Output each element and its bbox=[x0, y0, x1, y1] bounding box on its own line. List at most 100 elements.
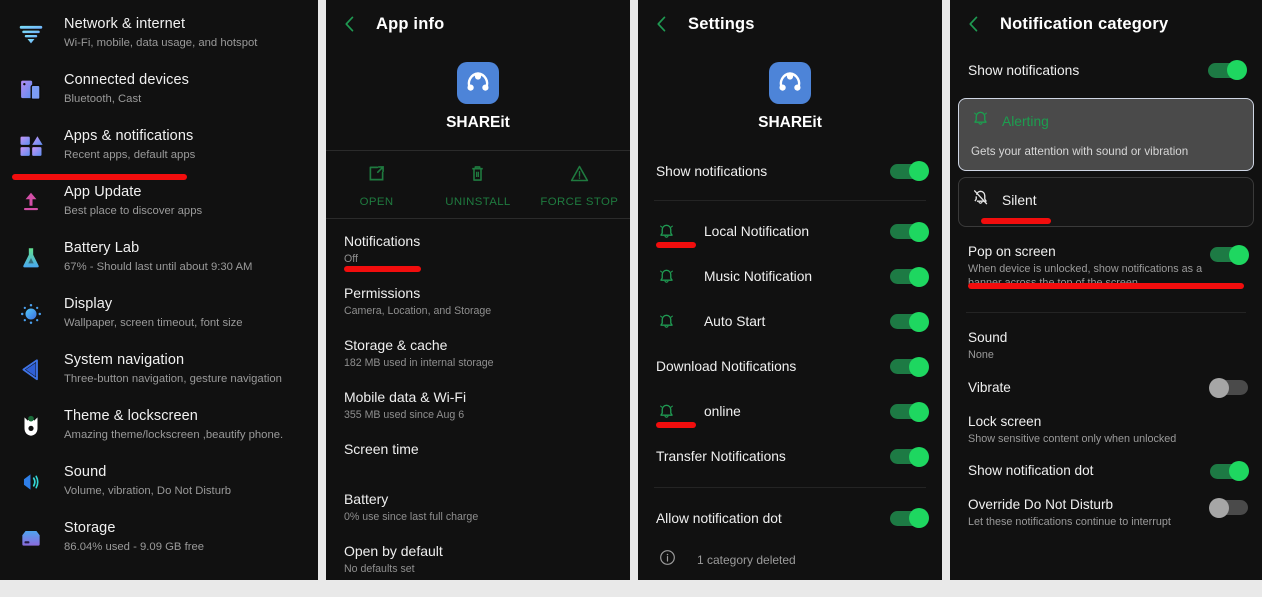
toggle-knob bbox=[909, 161, 930, 181]
back-chevron-icon[interactable] bbox=[650, 12, 674, 36]
show-notifications-toggle[interactable] bbox=[1208, 60, 1247, 80]
settings-item-display[interactable]: Display Wallpaper, screen timeout, font … bbox=[0, 284, 318, 340]
uninstall-button[interactable]: UNINSTALL bbox=[427, 163, 528, 208]
channel-toggle[interactable] bbox=[890, 266, 930, 287]
settings-item-network[interactable]: Network & internet Wi-Fi, mobile, data u… bbox=[0, 4, 318, 60]
channel-row-auto-start[interactable]: Auto Start bbox=[638, 299, 942, 344]
channel-toggle[interactable] bbox=[890, 356, 930, 377]
divider bbox=[653, 200, 927, 201]
settings-item-subtitle: Best place to discover apps bbox=[64, 205, 203, 217]
channel-row-online[interactable]: online bbox=[638, 389, 942, 434]
pref-sound[interactable]: Sound None bbox=[950, 321, 1262, 371]
alerting-label: Alerting bbox=[1002, 113, 1049, 129]
settings-item-title: System navigation bbox=[64, 352, 185, 368]
pref-title: Lock screen bbox=[968, 413, 1042, 429]
settings-item-title: Storage bbox=[64, 520, 116, 536]
override-dnd-toggle[interactable] bbox=[1209, 497, 1248, 518]
pref-title: Show notification dot bbox=[968, 463, 1094, 478]
settings-item-subtitle: Three-button navigation, gesture navigat… bbox=[64, 373, 282, 385]
category-deleted-note: 1 category deleted bbox=[638, 540, 942, 572]
settings-item-theme-lockscreen[interactable]: Theme & lockscreen Amazing theme/lockscr… bbox=[0, 396, 318, 452]
settings-item-title: Sound bbox=[64, 464, 107, 480]
pref-pop-on-screen[interactable]: Pop on screen When device is unlocked, s… bbox=[950, 235, 1262, 298]
bell-ring-icon bbox=[656, 267, 678, 286]
page-title: App info bbox=[375, 14, 445, 33]
brightness-icon bbox=[14, 297, 48, 331]
settings-item-system-navigation[interactable]: System navigation Three-button navigatio… bbox=[0, 340, 318, 396]
toggle-knob bbox=[909, 446, 930, 467]
app-action-bar: OPEN UNINSTALL FORCE STOP bbox=[326, 151, 630, 218]
show-notifications-row[interactable]: Show notifications bbox=[950, 48, 1262, 92]
pop-on-screen-toggle[interactable] bbox=[1210, 244, 1249, 265]
settings-item-sound[interactable]: Sound Volume, vibration, Do Not Disturb bbox=[0, 452, 318, 508]
app-info-panel: App info SHAREit OPEN UNINSTALL FORCE ST… bbox=[325, 0, 630, 580]
uninstall-label: UNINSTALL bbox=[445, 196, 511, 208]
toggle-knob bbox=[1227, 60, 1247, 80]
divider bbox=[966, 312, 1246, 313]
settings-item-subtitle: Volume, vibration, Do Not Disturb bbox=[64, 485, 232, 497]
app-info-item-screen-time[interactable]: Screen time bbox=[326, 431, 630, 481]
channel-label: online bbox=[703, 404, 741, 419]
channel-toggle[interactable] bbox=[890, 221, 930, 242]
show-notifications-toggle[interactable] bbox=[890, 161, 930, 181]
show-notification-dot-toggle[interactable] bbox=[1210, 461, 1249, 481]
app-info-item-open-by-default[interactable]: Open by default No defaults set bbox=[326, 533, 630, 580]
pref-title: Override Do Not Disturb bbox=[968, 497, 1114, 512]
channel-row-transfer-notifications[interactable]: Transfer Notifications bbox=[638, 434, 942, 479]
allow-notification-dot-row[interactable]: Allow notification dot bbox=[638, 496, 942, 540]
app-info-item-notifications[interactable]: Notifications Off bbox=[326, 223, 630, 275]
back-chevron-icon[interactable] bbox=[338, 12, 362, 36]
pref-lock-screen[interactable]: Lock screen Show sensitive content only … bbox=[950, 405, 1262, 455]
app-info-item-storage-cache[interactable]: Storage & cache 182 MB used in internal … bbox=[326, 327, 630, 379]
app-info-item-battery[interactable]: Battery 0% use since last full charge bbox=[326, 481, 630, 533]
settings-item-subtitle: Wi-Fi, mobile, data usage, and hotspot bbox=[64, 37, 258, 49]
notification-category-appbar: Notification category bbox=[950, 0, 1262, 48]
pref-vibrate[interactable]: Vibrate bbox=[950, 371, 1262, 405]
settings-item-battery-lab[interactable]: Battery Lab 67% - Should last until abou… bbox=[0, 228, 318, 284]
toggle-knob bbox=[909, 401, 930, 422]
toggle-knob bbox=[909, 266, 930, 287]
settings-item-apps-notifications[interactable]: Apps & notifications Recent apps, defaul… bbox=[0, 116, 318, 180]
warning-triangle-icon bbox=[569, 163, 590, 189]
settings-item-app-update[interactable]: App Update Best place to discover apps bbox=[0, 172, 318, 228]
channel-row-download-notifications[interactable]: Download Notifications bbox=[638, 344, 942, 389]
channel-row-music-notification[interactable]: Music Notification bbox=[638, 254, 942, 299]
back-chevron-icon[interactable] bbox=[962, 12, 986, 36]
pref-title: Sound bbox=[968, 330, 1008, 345]
app-info-item-permissions[interactable]: Permissions Camera, Location, and Storag… bbox=[326, 275, 630, 327]
navigation-arrow-icon bbox=[14, 353, 48, 387]
channel-toggle[interactable] bbox=[890, 401, 930, 422]
allow-notification-dot-toggle[interactable] bbox=[890, 508, 930, 528]
show-notifications-row[interactable]: Show notifications bbox=[638, 150, 942, 192]
item-subtitle: Camera, Location, and Storage bbox=[343, 305, 492, 317]
red-annotation-underline bbox=[968, 283, 1245, 289]
vibrate-toggle[interactable] bbox=[1209, 377, 1248, 398]
settings-item-title: Theme & lockscreen bbox=[64, 408, 198, 424]
app-info-item-mobile-data-wifi[interactable]: Mobile data & Wi-Fi 355 MB used since Au… bbox=[326, 379, 630, 431]
importance-option-alerting[interactable]: Alerting Gets your attention with sound … bbox=[958, 98, 1254, 171]
toggle-knob bbox=[1209, 497, 1229, 518]
item-subtitle: 355 MB used since Aug 6 bbox=[343, 409, 465, 421]
settings-item-subtitle: Wallpaper, screen timeout, font size bbox=[64, 317, 243, 329]
importance-option-silent[interactable]: Silent bbox=[958, 177, 1254, 227]
open-button[interactable]: OPEN bbox=[326, 163, 427, 208]
flask-icon bbox=[14, 241, 48, 275]
channel-row-local-notification[interactable]: Local Notification bbox=[638, 209, 942, 254]
app-header: SHAREit bbox=[326, 48, 630, 150]
red-annotation-underline bbox=[343, 266, 421, 272]
settings-item-connected-devices[interactable]: Connected devices Bluetooth, Cast bbox=[0, 60, 318, 116]
notification-category-panel: Notification category Show notifications… bbox=[950, 0, 1262, 580]
pref-override-do-not-disturb[interactable]: Override Do Not Disturb Let these notifi… bbox=[950, 488, 1262, 538]
item-title: Storage & cache bbox=[343, 337, 448, 353]
channel-toggle[interactable] bbox=[890, 446, 930, 467]
settings-list: Network & internet Wi-Fi, mobile, data u… bbox=[0, 0, 318, 564]
shareit-app-icon bbox=[456, 62, 499, 104]
settings-item-storage[interactable]: Storage 86.04% used - 9.09 GB free bbox=[0, 508, 318, 564]
item-subtitle: 0% use since last full charge bbox=[343, 511, 479, 523]
apps-icon bbox=[14, 129, 48, 163]
silent-label: Silent bbox=[1002, 192, 1037, 208]
pref-show-notification-dot[interactable]: Show notification dot bbox=[950, 454, 1262, 488]
storage-icon bbox=[14, 521, 48, 555]
channel-toggle[interactable] bbox=[890, 311, 930, 332]
force-stop-button[interactable]: FORCE STOP bbox=[529, 163, 630, 208]
